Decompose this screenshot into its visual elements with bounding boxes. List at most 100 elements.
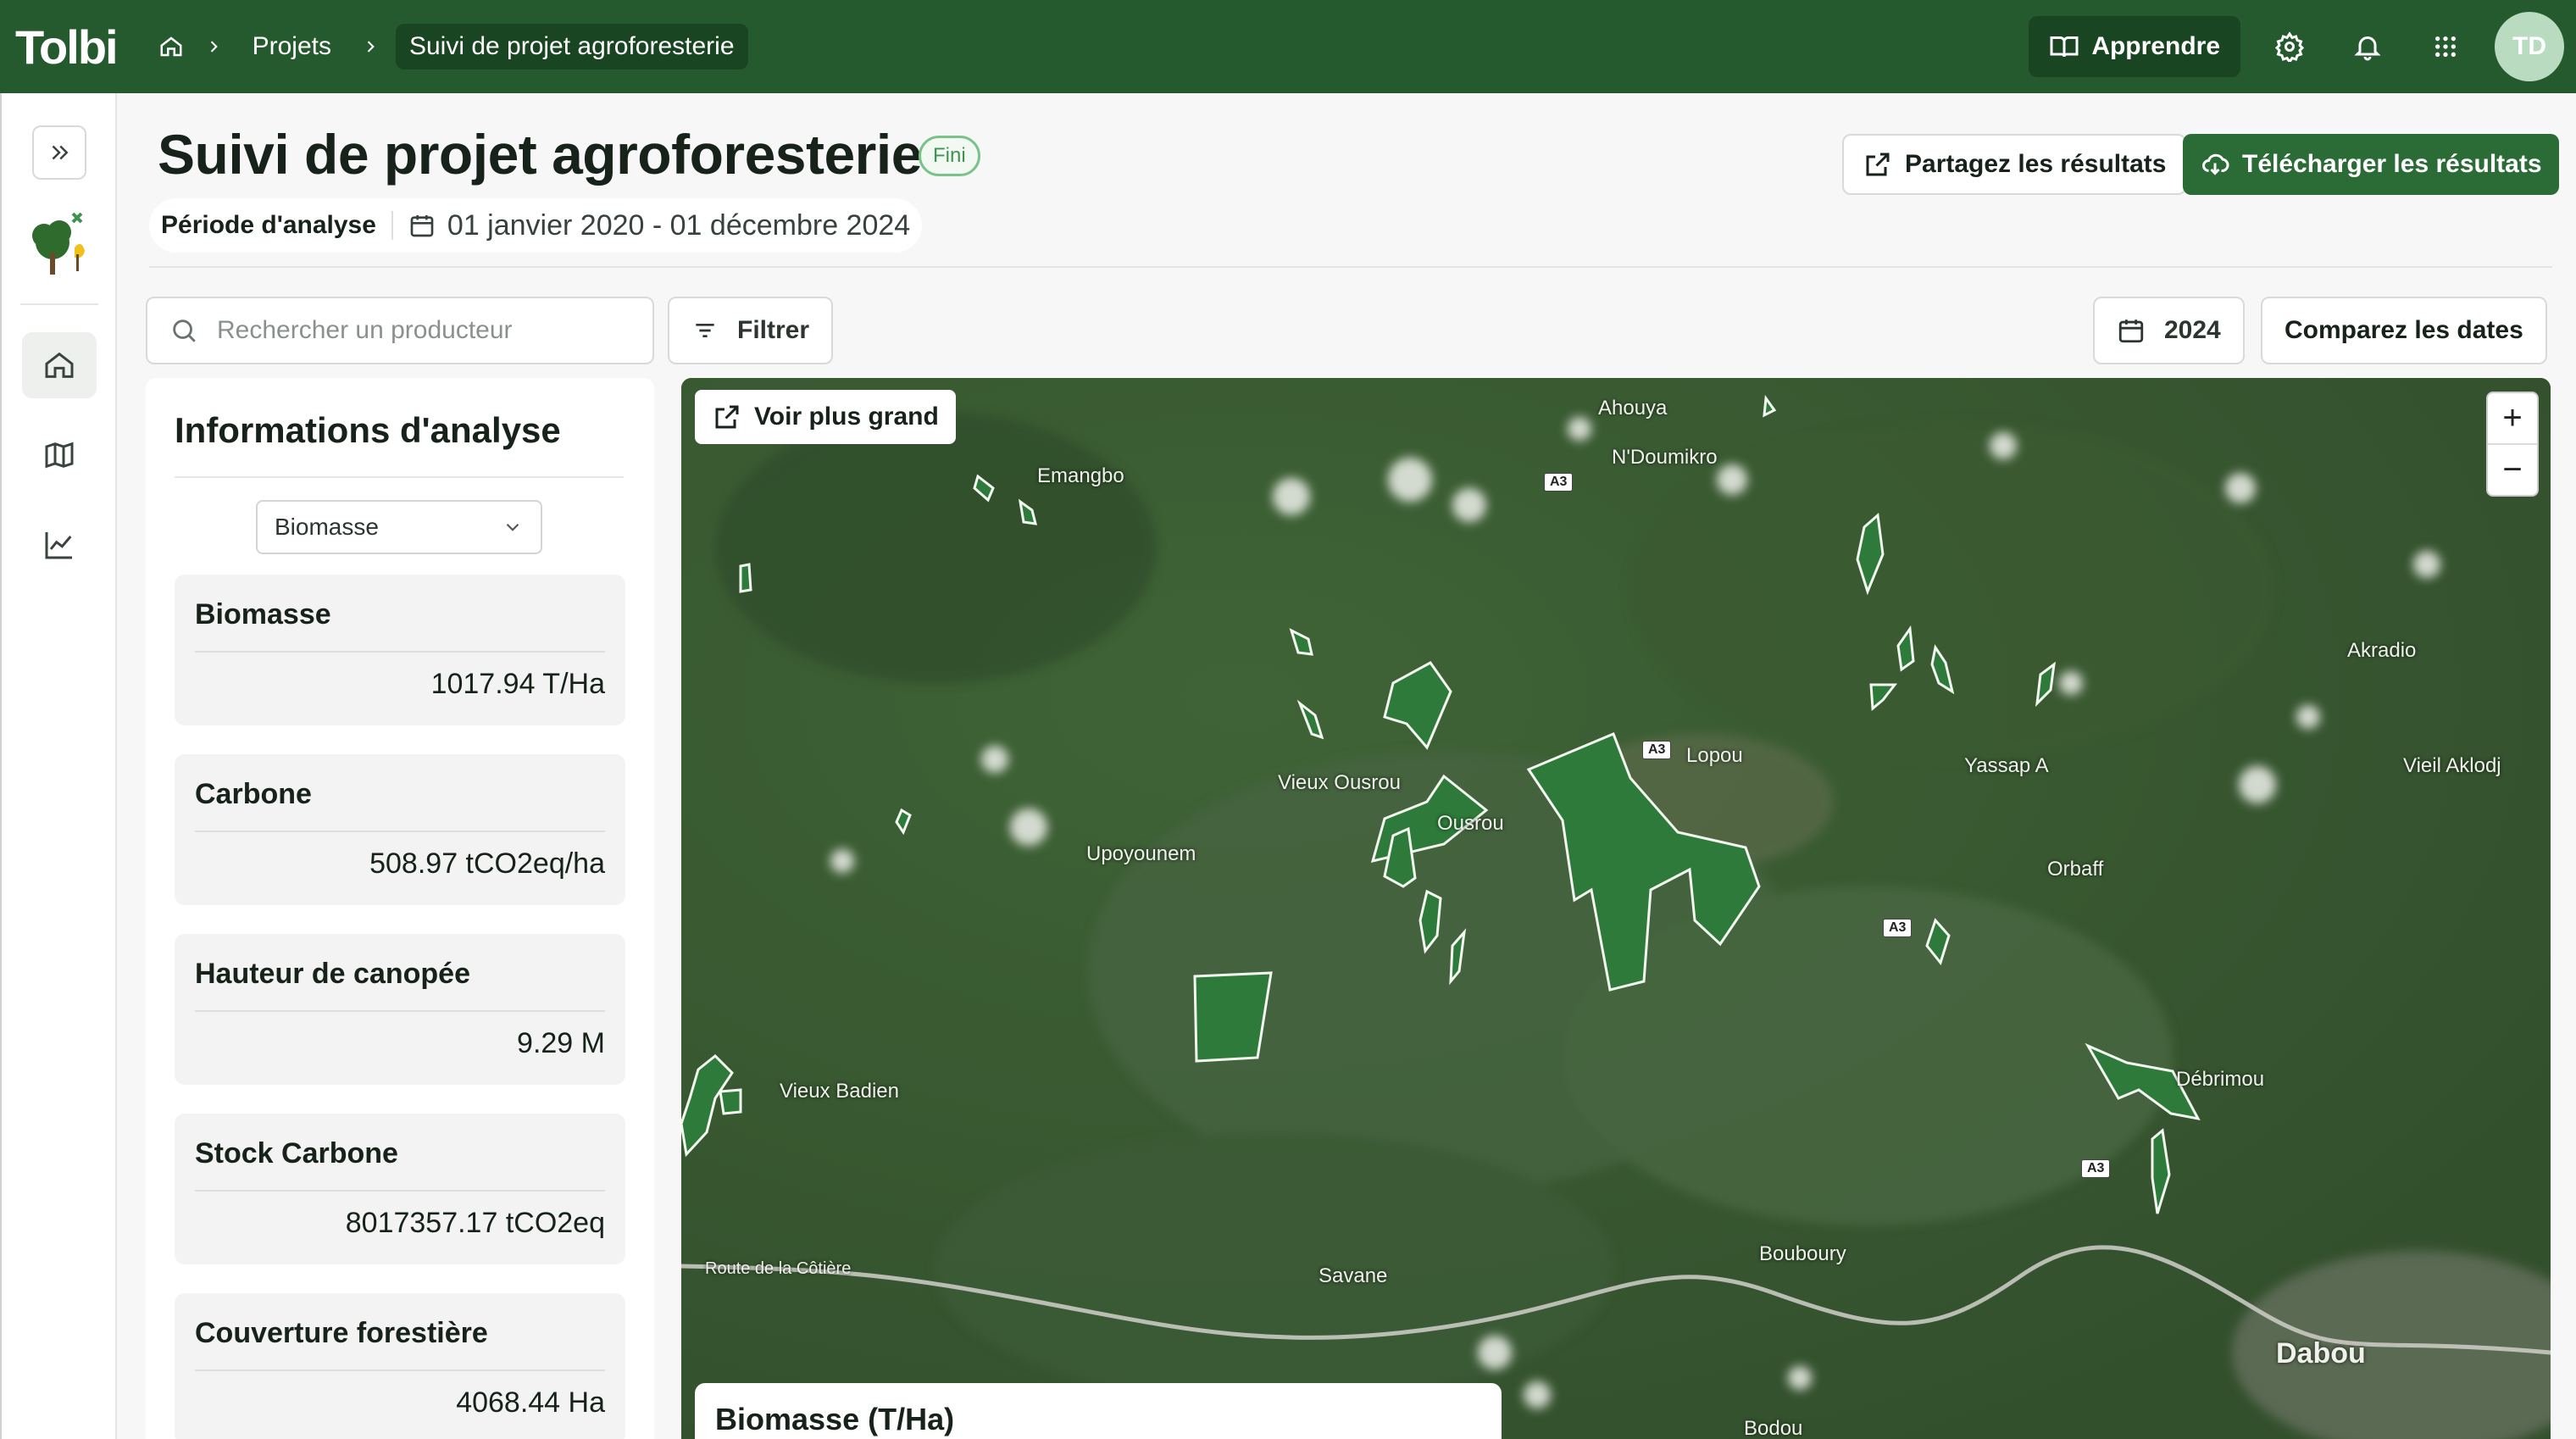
top-actions: Apprendre TD xyxy=(2029,12,2564,81)
year-picker[interactable]: 2024 xyxy=(2093,297,2245,364)
breadcrumb-projects[interactable]: Projets xyxy=(239,24,345,69)
metric-name: Biomasse xyxy=(195,598,331,631)
map-label-debrimou: Débrimou xyxy=(2176,1068,2265,1091)
map-label-route-cotiere: Route de la Côtière xyxy=(705,1259,852,1278)
legend-title: Biomasse (T/Ha) xyxy=(715,1402,955,1436)
nav-analytics[interactable] xyxy=(22,512,97,578)
metric-value: 4068.44 Ha xyxy=(456,1386,605,1419)
compare-dates-button[interactable]: Comparez les dates xyxy=(2261,297,2547,364)
apps-button[interactable] xyxy=(2417,18,2474,75)
metric-divider xyxy=(195,1010,605,1012)
map-label-orbaff: Orbaff xyxy=(2047,858,2104,881)
metric-divider xyxy=(195,651,605,653)
metric-divider xyxy=(195,1370,605,1371)
analysis-info-panel: Informations d'analyse Biomasse Biomasse… xyxy=(146,378,654,1439)
page-title: Suivi de projet agroforesterie xyxy=(158,123,922,186)
satellite-map[interactable]: Ahouya N'Doumikro A3 Emangbo A3 Lopou Vi… xyxy=(681,378,2551,1439)
chevron-right-icon xyxy=(345,38,396,55)
map-legend: Biomasse (T/Ha) xyxy=(695,1383,1502,1439)
avatar[interactable]: TD xyxy=(2495,12,2564,81)
chevron-right-icon xyxy=(188,38,239,55)
metric-value: 8017357.17 tCO2eq xyxy=(345,1207,605,1239)
map-label-bouboury: Bouboury xyxy=(1759,1242,1846,1265)
metric-value: 1017.94 T/Ha xyxy=(430,668,605,700)
chevron-down-icon xyxy=(506,523,519,531)
map-label-ahouya: Ahouya xyxy=(1598,397,1668,419)
chart-line-icon xyxy=(45,532,72,559)
map-label-akradio: Akradio xyxy=(2347,639,2417,662)
learn-button[interactable]: Apprendre xyxy=(2029,16,2240,77)
filter-icon xyxy=(696,324,714,337)
map-label-bodou: Bodou xyxy=(1744,1417,1803,1439)
metric-divider xyxy=(195,1190,605,1192)
road-tag: A3 xyxy=(1883,919,1913,937)
zoom-in-button[interactable]: + xyxy=(2488,393,2537,445)
period-label: Période d'analyse xyxy=(161,211,393,240)
map-label-vieil-aklodj: Vieil Aklodj xyxy=(2403,754,2501,777)
metric-name: Stock Carbone xyxy=(195,1137,398,1170)
calendar-icon xyxy=(2118,319,2144,343)
metric-card-carbon: Carbone 508.97 tCO2eq/ha xyxy=(175,754,625,905)
analysis-period: Période d'analyse 01 janvier 2020 - 01 d… xyxy=(149,198,923,253)
map-imagery xyxy=(681,378,2551,1439)
notifications-button[interactable] xyxy=(2339,18,2396,75)
panel-title: Informations d'analyse xyxy=(175,410,561,450)
filter-button[interactable]: Filtrer xyxy=(668,297,834,364)
app-logo[interactable]: Tolbi xyxy=(15,19,119,75)
road-tag: A3 xyxy=(1642,741,1672,759)
zoom-control: + − xyxy=(2486,392,2539,497)
home-icon[interactable] xyxy=(154,30,188,64)
panel-divider xyxy=(175,476,624,478)
share-label: Partagez les résultats xyxy=(1905,150,2167,178)
enlarge-map-label: Voir plus grand xyxy=(754,403,939,431)
download-label: Télécharger les résultats xyxy=(2242,150,2542,178)
producer-search[interactable] xyxy=(146,297,654,364)
map-label-savane: Savane xyxy=(1319,1264,1388,1287)
breadcrumb-current[interactable]: Suivi de projet agroforesterie xyxy=(395,24,748,69)
map-label-ndoumikro: N'Doumikro xyxy=(1612,446,1718,469)
map-label-dabou: Dabou xyxy=(2276,1337,2366,1370)
layer-select[interactable]: Biomasse xyxy=(256,500,542,554)
metric-card-biomass: Biomasse 1017.94 T/Ha xyxy=(175,575,625,725)
grid-icon xyxy=(2435,36,2456,57)
search-input[interactable] xyxy=(217,316,607,345)
map-label-upoyounem: Upoyounem xyxy=(1086,842,1196,865)
map-label-yassap: Yassap A xyxy=(1964,754,2049,777)
expand-sidebar-button[interactable] xyxy=(32,125,86,180)
chevrons-right-icon xyxy=(52,145,69,160)
external-link-icon xyxy=(715,405,739,429)
book-icon xyxy=(2050,36,2079,58)
year-value: 2024 xyxy=(2164,316,2221,344)
filter-label: Filtrer xyxy=(737,316,810,344)
map-label-ousrou: Ousrou xyxy=(1437,812,1504,835)
enlarge-map-button[interactable]: Voir plus grand xyxy=(695,390,956,444)
metric-divider xyxy=(195,831,605,832)
search-icon xyxy=(173,319,196,342)
road-tag: A3 xyxy=(2081,1159,2111,1178)
metric-name: Hauteur de canopée xyxy=(195,958,470,990)
zoom-out-button[interactable]: − xyxy=(2488,445,2537,495)
period-value: 01 janvier 2020 - 01 décembre 2024 xyxy=(447,208,911,242)
header-divider xyxy=(149,266,2552,268)
top-bar: Tolbi Projets Suivi de projet agroforest… xyxy=(0,0,2576,93)
metric-card-canopy-height: Hauteur de canopée 9.29 M xyxy=(175,934,625,1085)
download-results-button[interactable]: Télécharger les résultats xyxy=(2183,134,2559,195)
cloud-download-icon xyxy=(2202,153,2229,175)
metric-value: 9.29 M xyxy=(517,1027,605,1059)
map-label-vieux-ousrou: Vieux Ousrou xyxy=(1278,771,1401,794)
external-link-icon xyxy=(1866,153,1890,176)
settings-button[interactable] xyxy=(2261,18,2318,75)
gear-icon xyxy=(2274,31,2305,62)
map-label-lopou: Lopou xyxy=(1686,744,1743,767)
metric-value: 508.97 tCO2eq/ha xyxy=(369,847,605,880)
map-label-emangbo: Emangbo xyxy=(1037,464,1124,487)
nav-map[interactable] xyxy=(22,422,97,488)
share-results-button[interactable]: Partagez les résultats xyxy=(1842,134,2187,195)
status-badge: Fini xyxy=(919,136,980,176)
home-icon xyxy=(45,352,74,378)
left-rail xyxy=(0,93,117,1439)
nav-home[interactable] xyxy=(22,332,97,398)
learn-label: Apprendre xyxy=(2091,32,2220,60)
bell-icon xyxy=(2354,36,2381,61)
metric-name: Couverture forestière xyxy=(195,1317,488,1349)
